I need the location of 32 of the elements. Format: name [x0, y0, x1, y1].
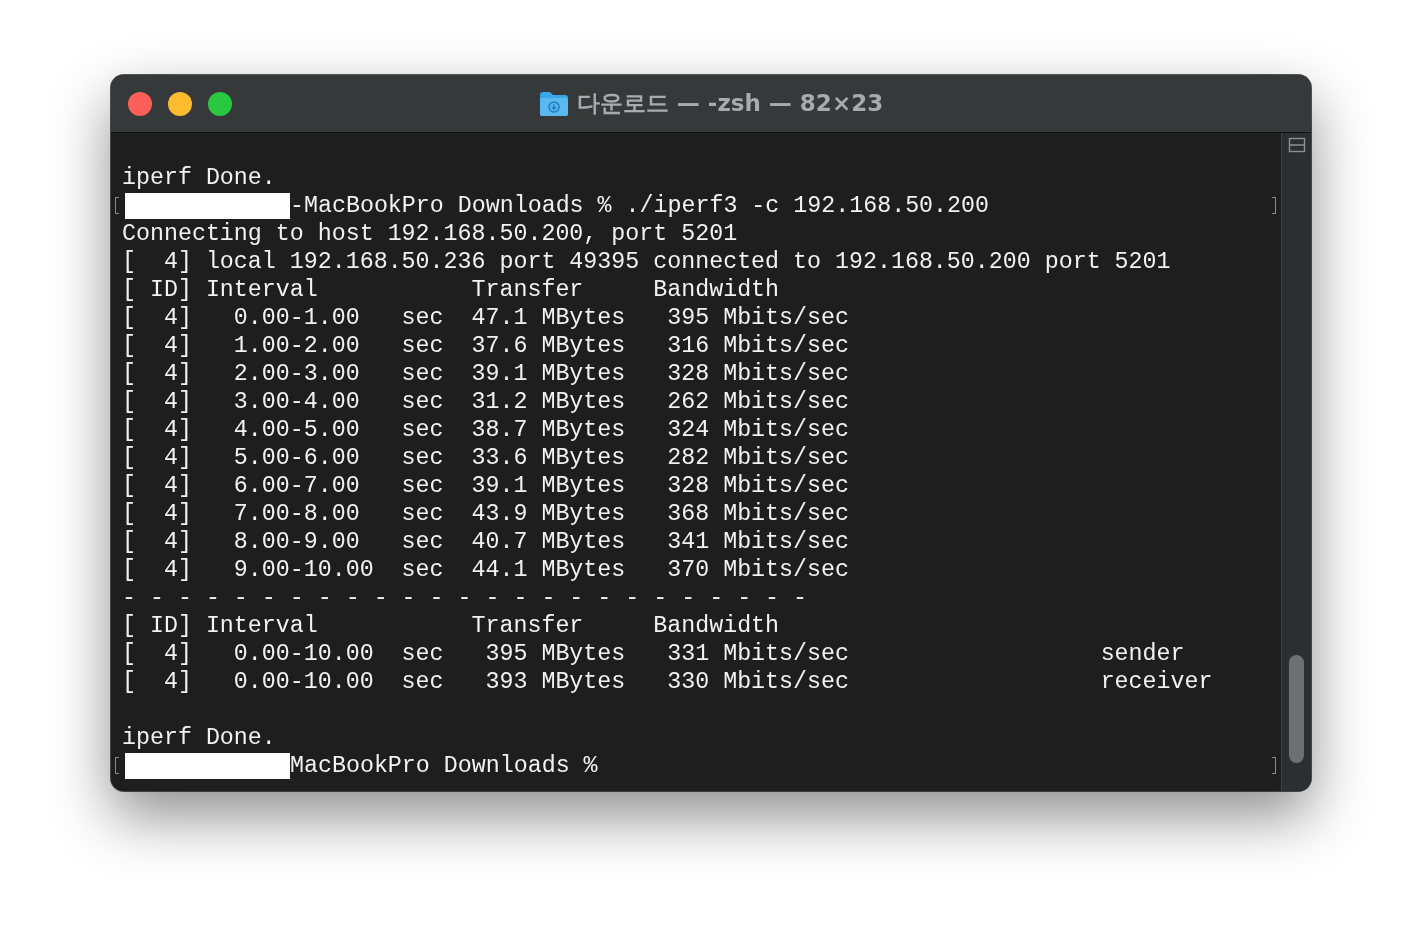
split-pane-icon[interactable] — [1287, 136, 1306, 154]
window-title: 다운로드 — -zsh — 82×23 — [576, 89, 884, 118]
terminal-line: [ 4] 3.00-4.00 sec 31.2 MBytes 262 Mbits/sec — [122, 388, 849, 416]
terminal-line: - - - - - - - - - - - - - - - - - - - - - - - - - — [122, 584, 808, 612]
mark-bracket-icon — [115, 197, 119, 214]
terminal-line: [ ID] Interval Transfer Bandwidth — [122, 276, 780, 304]
terminal-line: [ 4] 5.00-6.00 sec 33.6 MBytes 282 Mbits/sec — [122, 444, 849, 472]
mark-bracket-icon — [115, 757, 119, 774]
terminal-line: MacBookPro Downloads % — [290, 752, 598, 780]
minimize-button[interactable] — [168, 91, 192, 116]
terminal-line: iperf Done. — [122, 164, 276, 192]
terminal-line: [ ID] Interval Transfer Bandwidth — [122, 612, 780, 640]
terminal-line: iperf Done. — [122, 724, 276, 752]
terminal-line: [ 4] local 192.168.50.236 port 49395 connected to 192.168.50.200 port 5201 — [122, 248, 1171, 276]
terminal-line: Connecting to host 192.168.50.200, port 5201 — [122, 220, 738, 248]
terminal-line: [ 4] 4.00-5.00 sec 38.7 MBytes 324 Mbits/sec — [122, 416, 849, 444]
terminal-line: [ 4] 2.00-3.00 sec 39.1 MBytes 328 Mbits/sec — [122, 360, 849, 388]
mark-bracket-icon — [1272, 757, 1276, 774]
terminal-line: [ 4] 9.00-10.00 sec 44.1 MBytes 370 Mbits/sec — [122, 556, 849, 584]
terminal-line: -MacBookPro Downloads % ./iperf3 -c 192.168.50.200 — [290, 192, 990, 220]
terminal-line: [ 4] 0.00-1.00 sec 47.1 MBytes 395 Mbits/sec — [122, 304, 849, 332]
zoom-button[interactable] — [208, 91, 232, 116]
terminal-line: [ 4] 1.00-2.00 sec 37.6 MBytes 316 Mbits/sec — [122, 332, 849, 360]
terminal-line: [ 4] 7.00-8.00 sec 43.9 MBytes 368 Mbits/sec — [122, 500, 849, 528]
terminal-line: [ 4] 6.00-7.00 sec 39.1 MBytes 328 Mbits/sec — [122, 472, 849, 500]
folder-icon — [538, 90, 569, 117]
close-button[interactable] — [128, 91, 152, 116]
mark-bracket-icon — [1272, 197, 1276, 214]
terminal-line: [ 4] 8.00-9.00 sec 40.7 MBytes 341 Mbits/sec — [122, 528, 849, 556]
terminal-line: [ 4] 0.00-10.00 sec 395 MBytes 331 Mbits/sec sender — [122, 640, 1185, 668]
scrollbar-thumb[interactable] — [1289, 655, 1304, 763]
terminal-line: [ 4] 0.00-10.00 sec 393 MBytes 330 Mbits/sec receiver — [122, 668, 1213, 696]
